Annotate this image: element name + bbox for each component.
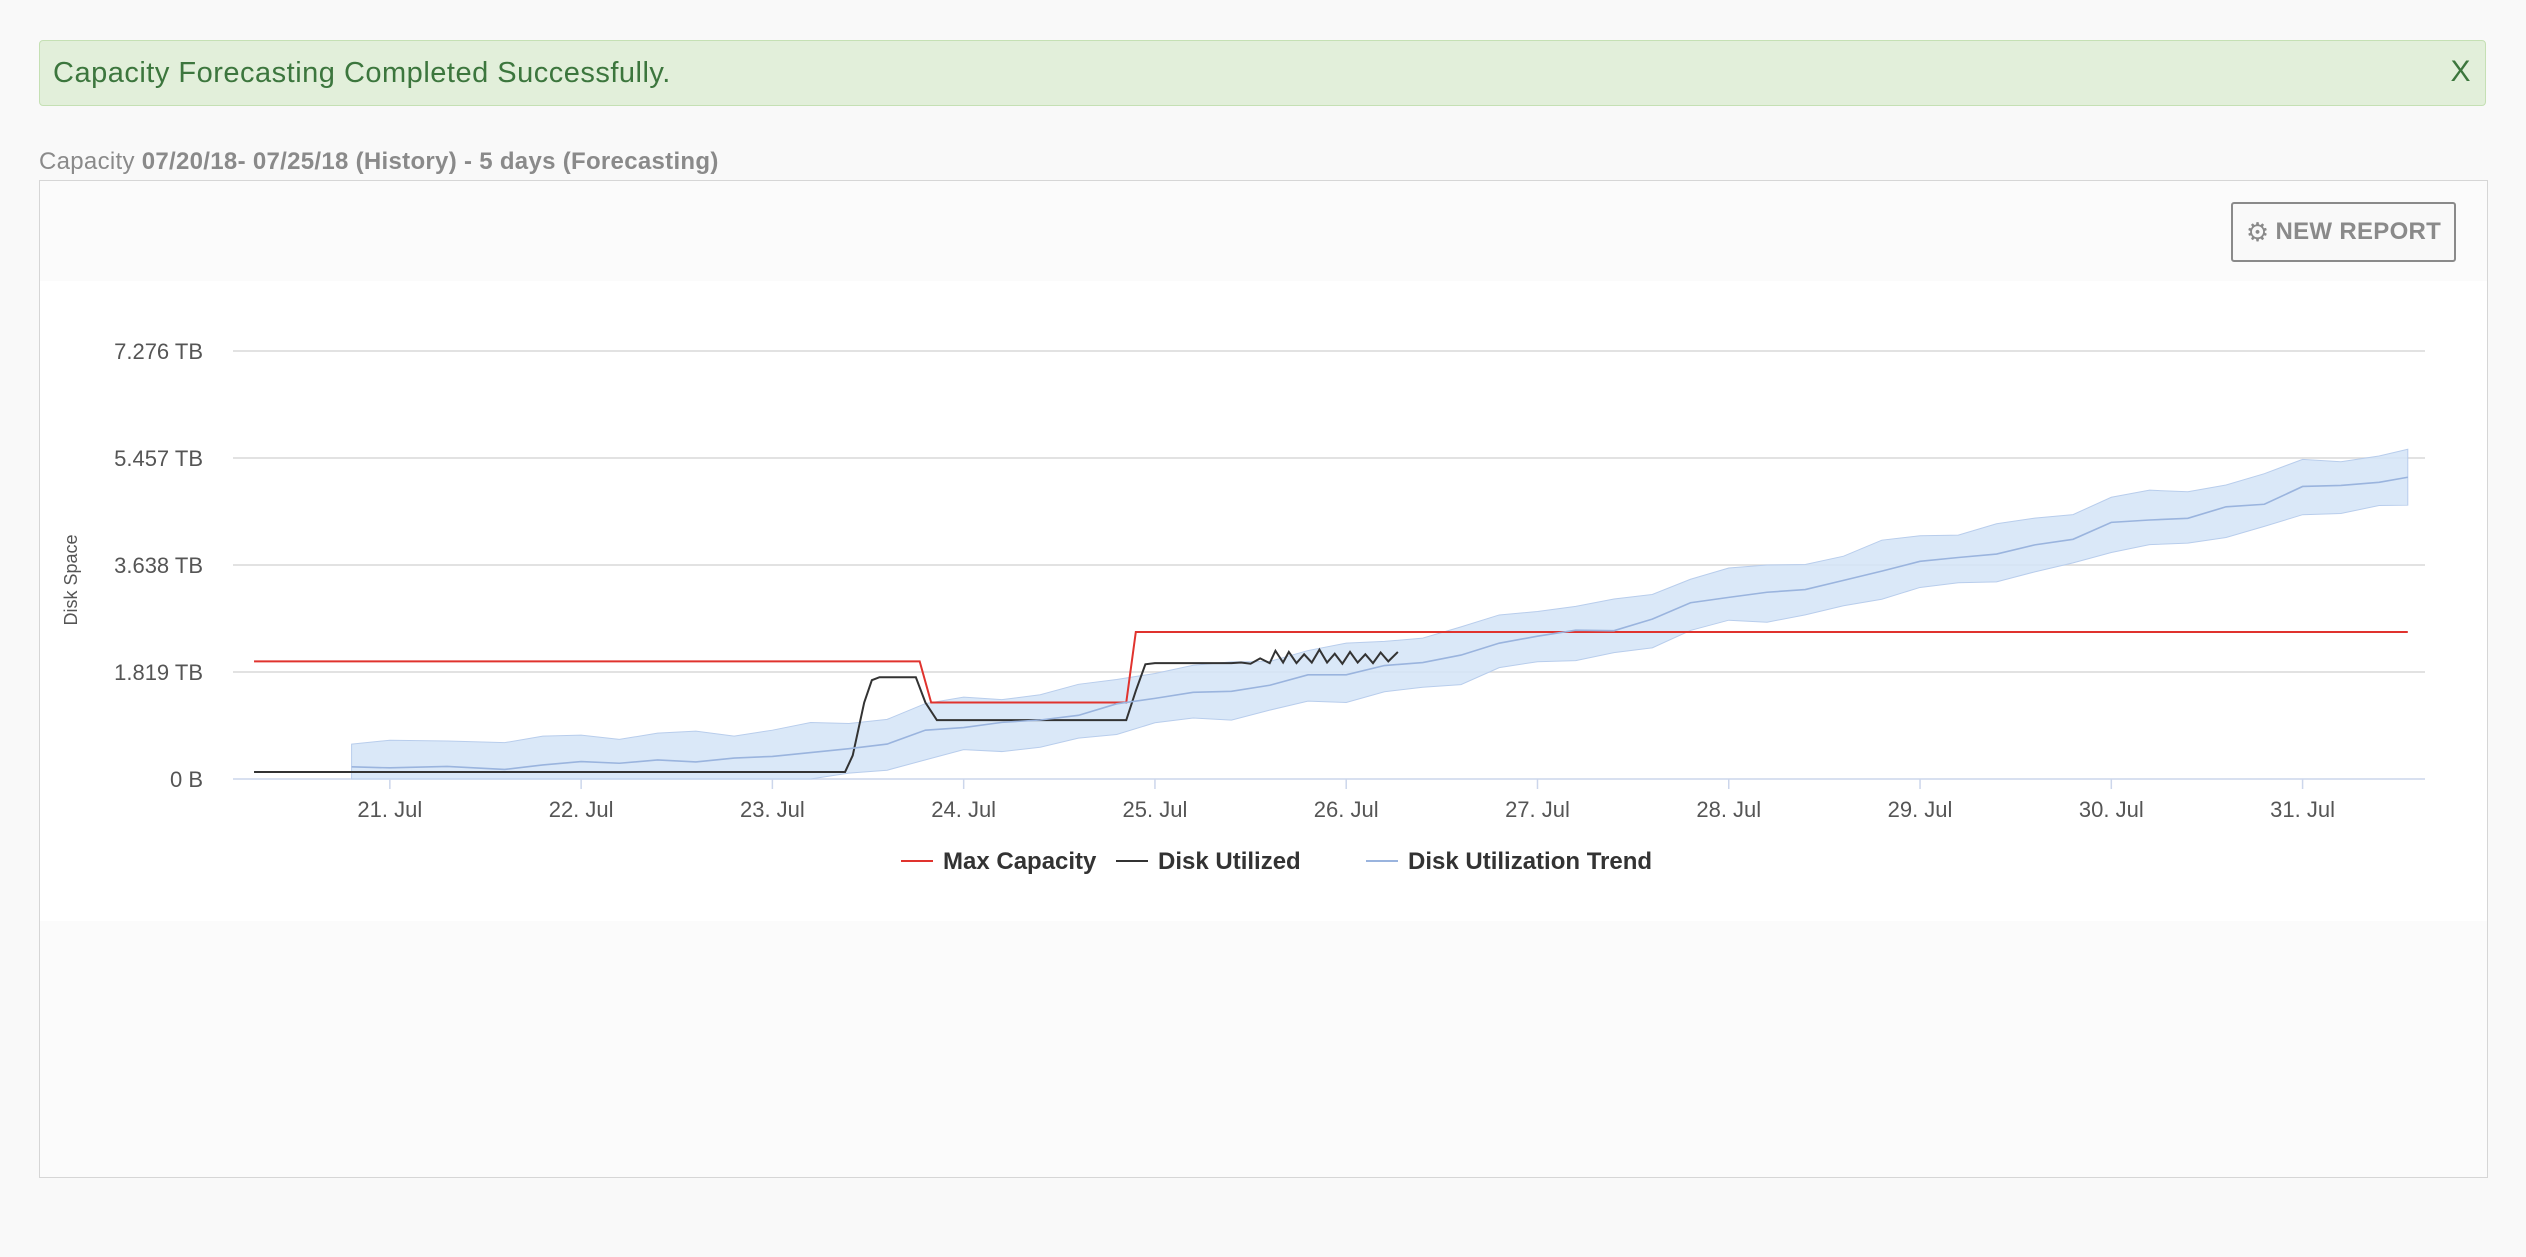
legend-item[interactable]: Max Capacity (901, 848, 1097, 875)
alert-close-button[interactable]: X (2450, 55, 2471, 89)
y-tick-label: 5.457 TB (114, 446, 203, 471)
x-tick-label: 24. Jul (931, 797, 996, 822)
gear-icon: ⚙ (2245, 217, 2270, 247)
alert-message: Capacity Forecasting Completed Successfu… (53, 57, 671, 89)
x-tick-label: 29. Jul (1888, 797, 1953, 822)
x-tick-label: 31. Jul (2270, 797, 2335, 822)
legend-item[interactable]: Disk Utilization Trend (1366, 848, 1652, 875)
legend-item[interactable]: Disk Utilized (1116, 848, 1301, 875)
x-tick-label: 28. Jul (1696, 797, 1761, 822)
legend-label: Max Capacity (943, 848, 1097, 875)
report-panel: ⚙ NEW REPORT 0 B 1.819 TB 3.638 TB 5.457 TB… (39, 180, 2488, 1178)
trend-band (351, 448, 2409, 780)
x-tick-label: 22. Jul (549, 797, 614, 822)
legend-label: Disk Utilization Trend (1408, 848, 1652, 875)
new-report-label: NEW REPORT (2275, 218, 2442, 245)
y-tick-label: 7.276 TB (114, 339, 203, 364)
caption-prefix: Capacity (39, 148, 135, 175)
y-tick-label: 0 B (170, 767, 203, 792)
y-axis-title: Disk Space (61, 534, 81, 625)
capacity-chart-area: 0 B 1.819 TB 3.638 TB 5.457 TB 7.276 TB 21. J… (40, 281, 2487, 921)
capacity-chart: 0 B 1.819 TB 3.638 TB 5.457 TB 7.276 TB 21. J… (61, 339, 2425, 875)
x-tick-label: 27. Jul (1505, 797, 1570, 822)
x-tick-label: 26. Jul (1314, 797, 1379, 822)
y-tick-label: 3.638 TB (114, 553, 203, 578)
caption-range: 07/20/18- 07/25/18 (History) - 5 days (F… (141, 148, 719, 175)
x-tick-label: 23. Jul (740, 797, 805, 822)
legend-label: Disk Utilized (1158, 848, 1301, 875)
x-tick-label: 30. Jul (2079, 797, 2144, 822)
x-tick-label: 25. Jul (1123, 797, 1188, 822)
x-tick-label: 21. Jul (357, 797, 422, 822)
new-report-button[interactable]: ⚙ NEW REPORT (2231, 202, 2456, 262)
success-alert: Capacity Forecasting Completed Successfu… (39, 40, 2486, 106)
y-tick-label: 1.819 TB (114, 660, 203, 685)
report-caption: Capacity 07/20/18- 07/25/18 (History) - … (39, 148, 719, 176)
